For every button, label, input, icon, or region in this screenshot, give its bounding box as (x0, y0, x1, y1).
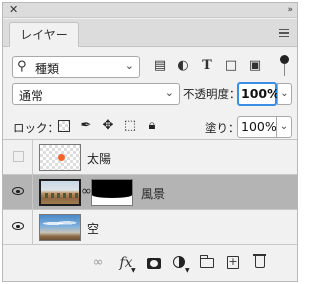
delete-layer-icon[interactable] (253, 254, 266, 268)
new-group-icon[interactable] (199, 255, 214, 268)
tab-row: レイヤー (3, 19, 297, 47)
layer-row-sky[interactable]: 空 (3, 210, 297, 245)
filter-toggle[interactable] (280, 55, 289, 78)
close-icon[interactable]: ✕ (9, 4, 18, 16)
layer-name[interactable]: 太陽 (87, 150, 111, 167)
smart-object-filter-icon[interactable]: ▣ (246, 57, 264, 75)
eye-icon (12, 187, 24, 195)
adjustment-filter-icon[interactable]: ◐ (174, 57, 192, 75)
adjustment-dropdown-icon: ▼ (185, 267, 190, 274)
filter-kind-select[interactable]: ⚲ 種類 ⌄ (12, 56, 140, 78)
image-filter-icon[interactable]: ▤ (151, 57, 169, 75)
layer-name[interactable]: 風景 (141, 185, 165, 202)
opacity-label: 不透明度： (183, 87, 241, 101)
blend-mode-select[interactable]: 通常 ⌄ (12, 83, 180, 105)
visibility-toggle[interactable] (3, 210, 33, 244)
blend-mode-value: 通常 (19, 89, 44, 103)
mask-black-area (92, 180, 132, 198)
search-icon: ⚲ (17, 59, 27, 74)
lock-all-icon[interactable]: 🔒︎ (143, 117, 161, 135)
layers-panel: ✕ » レイヤー ⚲ 種類 ⌄ ▤ ◐ T □ ▣ 通常 ⌄ 不透明度： 100… (2, 2, 298, 282)
layer-thumbnail[interactable] (39, 144, 81, 171)
adjustment-layer-icon[interactable] (173, 256, 185, 268)
visibility-toggle[interactable] (3, 140, 33, 174)
layer-thumbnail[interactable] (39, 214, 81, 241)
toggle-knob (280, 55, 289, 64)
panel-titlebar: ✕ » (3, 3, 297, 18)
panel-menu-icon[interactable] (279, 29, 289, 37)
lock-row: ロック： ✒ ✥ ⬚ 🔒︎ 塗り： 100% ⌄ (3, 110, 297, 140)
shape-filter-icon[interactable]: □ (222, 57, 240, 75)
trees-shape (45, 193, 79, 198)
toggle-bar (284, 64, 285, 76)
lock-artboard-icon[interactable]: ⬚ (121, 117, 139, 135)
opacity-input[interactable]: 100% (237, 82, 280, 106)
add-mask-icon[interactable] (147, 258, 161, 269)
sun-shape (58, 154, 65, 161)
lock-transparent-pixels-icon[interactable] (58, 120, 70, 132)
lock-label: ロック： (13, 121, 59, 135)
link-layers-icon[interactable]: ∞ (89, 254, 107, 272)
filter-kind-label: 種類 (35, 62, 60, 76)
opacity-dropdown-button[interactable]: ⌄ (277, 83, 292, 105)
tab-layers[interactable]: レイヤー (9, 22, 79, 47)
layer-name[interactable]: 空 (87, 220, 99, 237)
fill-dropdown-button[interactable]: ⌄ (276, 116, 292, 138)
eye-icon (12, 222, 24, 230)
type-filter-icon[interactable]: T (198, 57, 216, 75)
fill-label: 塗り： (205, 121, 240, 135)
new-layer-icon[interactable]: + (227, 256, 239, 269)
layer-thumbnail[interactable] (39, 179, 81, 206)
layers-list: 太陽 ∞ 風景 空 (3, 139, 297, 245)
lock-image-pixels-icon[interactable]: ✒ (77, 117, 95, 135)
layer-row-sun[interactable]: 太陽 (3, 140, 297, 175)
panel-footer: ∞ fx ▼ ▼ + (3, 245, 297, 281)
visibility-off-box (13, 151, 24, 162)
lock-position-icon[interactable]: ✥ (99, 117, 117, 135)
collapse-icon[interactable]: » (287, 4, 292, 16)
clouds-shape (43, 220, 77, 227)
fill-input[interactable]: 100% (237, 116, 277, 138)
layer-mask-thumbnail[interactable] (91, 179, 133, 206)
visibility-toggle[interactable] (3, 175, 33, 209)
layer-style-dropdown-icon: ▼ (131, 267, 136, 274)
chevron-down-icon: ⌄ (124, 59, 134, 72)
layer-row-landscape[interactable]: ∞ 風景 (3, 175, 297, 210)
blend-row: 通常 ⌄ 不透明度： 100% ⌄ (3, 77, 297, 109)
chevron-down-icon: ⌄ (164, 86, 174, 99)
